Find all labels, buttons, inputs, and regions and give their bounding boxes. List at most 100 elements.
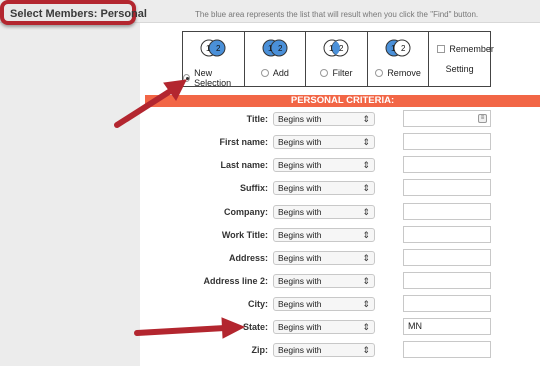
criteria-value-input[interactable] [403, 133, 491, 150]
select-arrows-icon: ⇕ [362, 207, 370, 217]
venn-remove-icon: 1 2 [385, 39, 411, 57]
operator-select[interactable]: Begins with ⇕ [273, 343, 375, 357]
select-arrows-icon: ⇕ [362, 322, 370, 332]
criteria-row: Work Title: Begins with ⇕ [145, 226, 540, 246]
operator-select[interactable]: Begins with ⇕ [273, 205, 375, 219]
criteria-label: Address line 2: [203, 276, 268, 286]
operator-value: Begins with [278, 183, 322, 193]
criteria-label: Address: [228, 253, 268, 263]
remember-label: Remember [449, 44, 494, 54]
venn-new-selection-icon: 1 2 [200, 39, 226, 57]
select-arrows-icon: ⇕ [362, 253, 370, 263]
criteria-label: City: [248, 299, 268, 309]
venn-right-label: 2 [216, 44, 221, 53]
criteria-row: Last name: Begins with ⇕ [145, 156, 540, 176]
criteria-value-input[interactable] [403, 226, 491, 243]
operator-value: Begins with [278, 230, 322, 240]
criteria-row: City: Begins with ⇕ [145, 295, 540, 315]
select-arrows-icon: ⇕ [362, 276, 370, 286]
operator-value: Begins with [278, 322, 322, 332]
criteria-row: Title: Begins with ⇕ ≡ [145, 110, 540, 130]
venn-right-label: 2 [401, 44, 406, 53]
operator-value: Begins with [278, 137, 322, 147]
personal-criteria-header: PERSONAL CRITERIA: [145, 95, 540, 107]
operator-value: Begins with [278, 160, 322, 170]
operator-value: Begins with [278, 345, 322, 355]
criteria-row: First name: Begins with ⇕ [145, 133, 540, 153]
criteria-value-input[interactable] [403, 203, 491, 220]
criteria-value-input[interactable] [403, 295, 491, 312]
select-arrows-icon: ⇕ [362, 114, 370, 124]
left-panel [0, 0, 140, 366]
venn-left-label: 1 [329, 44, 334, 53]
page-title: Select Members: Personal [10, 8, 147, 20]
filter-radio[interactable] [320, 69, 329, 77]
venn-left-label: 1 [206, 44, 211, 53]
criteria-value-input[interactable] [403, 156, 491, 173]
criteria-value-input[interactable] [403, 249, 491, 266]
criteria-value-input[interactable]: ≡ [403, 110, 491, 127]
title-lookup-button[interactable]: ≡ [478, 114, 487, 123]
select-arrows-icon: ⇕ [362, 345, 370, 355]
operator-select[interactable]: Begins with ⇕ [273, 251, 375, 265]
operator-select[interactable]: Begins with ⇕ [273, 274, 375, 288]
criteria-label: First name: [219, 137, 268, 147]
criteria-label: State: [242, 322, 268, 332]
criteria-value-input[interactable] [403, 272, 491, 289]
select-arrows-icon: ⇕ [362, 299, 370, 309]
new-selection-label: New Selection [194, 68, 232, 88]
criteria-row: Company: Begins with ⇕ [145, 203, 540, 223]
option-filter[interactable]: 1 2 Filter [306, 32, 368, 86]
option-add[interactable]: 1 2 Add [245, 32, 307, 86]
operator-value: Begins with [278, 276, 322, 286]
venn-right-label: 2 [339, 44, 344, 53]
criteria-row: Address: Begins with ⇕ [145, 249, 540, 269]
criteria-value-input[interactable]: MN [403, 318, 491, 335]
operator-value: Begins with [278, 207, 322, 217]
criteria-value-input[interactable] [403, 341, 491, 358]
operator-select[interactable]: Begins with ⇕ [273, 320, 375, 334]
criteria-label: Company: [223, 207, 268, 217]
criteria-row: State: Begins with ⇕ MN [145, 318, 540, 338]
page-title-highlight: Select Members: Personal [0, 0, 147, 25]
filter-label: Filter [332, 68, 353, 78]
criteria-label: Zip: [251, 345, 269, 355]
operator-select[interactable]: Begins with ⇕ [273, 297, 375, 311]
selection-mode-table: 1 2 New Selection 1 2 Add 1 2 Filter 1 2… [182, 31, 494, 88]
option-remember-setting: Remember Setting [429, 32, 494, 86]
remove-label: Remove [387, 68, 421, 78]
operator-select[interactable]: Begins with ⇕ [273, 135, 375, 149]
operator-value: Begins with [278, 114, 322, 124]
add-label: Add [272, 68, 289, 78]
criteria-label: Last name: [220, 160, 268, 170]
select-arrows-icon: ⇕ [362, 137, 370, 147]
criteria-value: MN [408, 321, 422, 331]
criteria-value-input[interactable] [403, 179, 491, 196]
operator-select[interactable]: Begins with ⇕ [273, 228, 375, 242]
criteria-row: Zip: Begins with ⇕ [145, 341, 540, 361]
select-arrows-icon: ⇕ [362, 183, 370, 193]
add-radio[interactable] [260, 69, 269, 77]
select-arrows-icon: ⇕ [362, 160, 370, 170]
venn-add-icon: 1 2 [262, 39, 288, 57]
select-arrows-icon: ⇕ [362, 230, 370, 240]
venn-filter-icon: 1 2 [323, 39, 349, 57]
criteria-row: Address line 2: Begins with ⇕ [145, 272, 540, 292]
operator-select[interactable]: Begins with ⇕ [273, 112, 375, 126]
operator-value: Begins with [278, 299, 322, 309]
remove-radio[interactable] [375, 69, 384, 77]
venn-right-label: 2 [278, 44, 283, 53]
criteria-label: Title: [246, 114, 268, 124]
venn-left-label: 1 [391, 44, 396, 53]
setting-label: Setting [445, 64, 474, 74]
option-new-selection[interactable]: 1 2 New Selection [183, 32, 245, 88]
criteria-label: Work Title: [221, 230, 268, 240]
criteria-row: Suffix: Begins with ⇕ [145, 179, 540, 199]
new-selection-radio[interactable] [183, 74, 191, 82]
operator-value: Begins with [278, 253, 322, 263]
venn-left-label: 1 [268, 44, 273, 53]
operator-select[interactable]: Begins with ⇕ [273, 181, 375, 195]
option-remove[interactable]: 1 2 Remove [368, 32, 430, 86]
remember-setting-checkbox[interactable] [437, 45, 446, 53]
operator-select[interactable]: Begins with ⇕ [273, 158, 375, 172]
